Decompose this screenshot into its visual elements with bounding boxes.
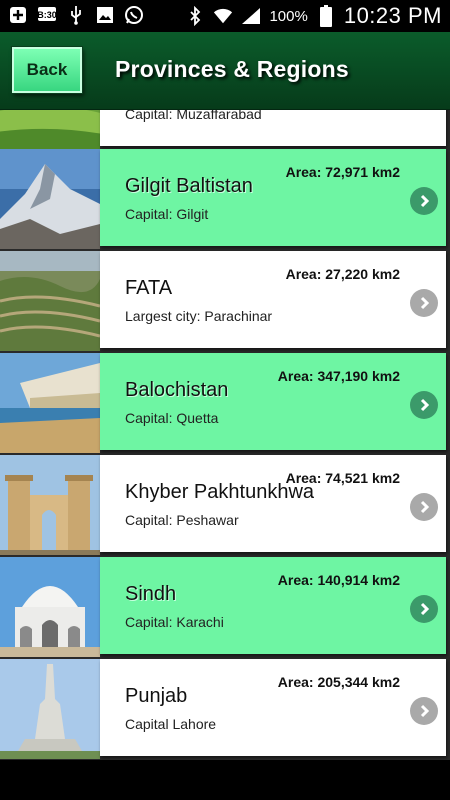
plus-box-icon	[8, 5, 28, 25]
usb-icon	[66, 5, 86, 25]
signal-icon	[241, 6, 261, 26]
region-card[interactable]: Area: 72,971 km2 Gilgit Baltistan Capita…	[100, 149, 446, 246]
region-name: FATA	[125, 277, 173, 299]
region-thumbnail	[0, 557, 100, 657]
chevron-right-icon[interactable]	[410, 697, 438, 725]
app-header: Back Provinces & Regions	[0, 32, 450, 110]
list-item-gilgit-baltistan[interactable]: Area: 72,971 km2 Gilgit Baltistan Capita…	[0, 149, 450, 249]
list-item-balochistan[interactable]: Area: 347,190 km2 Balochistan Capital: Q…	[0, 353, 450, 453]
region-thumbnail	[0, 149, 100, 249]
region-area: Area: 205,344 km2	[277, 674, 400, 690]
region-name: Balochistan	[125, 379, 229, 401]
chevron-right-icon[interactable]	[410, 391, 438, 419]
region-subtitle: Capital Lahore	[125, 716, 217, 732]
svg-text:B:30: B:30	[37, 10, 57, 20]
chevron-right-icon[interactable]	[410, 289, 438, 317]
region-card[interactable]: Area: 27,220 km2 FATA Largest city: Para…	[100, 251, 446, 348]
clock: 10:23 PM	[343, 3, 442, 28]
region-card[interactable]: Area: 347,190 km2 Balochistan Capital: Q…	[100, 353, 446, 450]
region-card[interactable]: Area: 74,521 km2 Khyber Pakhtunkhwa Capi…	[100, 455, 446, 552]
bbm-icon: B:30	[37, 5, 57, 25]
status-bar: B:30 100% 10:23 PM	[0, 0, 450, 32]
wifi-icon	[213, 6, 233, 26]
navigation-bar	[0, 760, 450, 800]
region-list[interactable]: Capital: Muzaffarabad Area: 72,971 km2 G…	[0, 110, 450, 760]
list-item-punjab[interactable]: Area: 205,344 km2 Punjab Capital Lahore	[0, 659, 450, 759]
region-subtitle: Capital: Muzaffarabad	[125, 110, 262, 122]
whatsapp-icon	[124, 5, 144, 25]
page-title: Provinces & Regions	[115, 56, 349, 82]
region-subtitle: Capital: Quetta	[125, 410, 219, 426]
region-subtitle: Capital: Peshawar	[125, 512, 239, 528]
list-item-sindh[interactable]: Area: 140,914 km2 Sindh Capital: Karachi	[0, 557, 450, 657]
battery-icon	[316, 5, 336, 27]
region-subtitle: Capital: Karachi	[125, 614, 224, 630]
list-item-khyber-pakhtunkhwa[interactable]: Area: 74,521 km2 Khyber Pakhtunkhwa Capi…	[0, 455, 450, 555]
image-icon	[95, 5, 115, 25]
region-subtitle: Capital: Gilgit	[125, 206, 209, 222]
back-button[interactable]: Back	[12, 47, 82, 93]
region-name: Punjab	[125, 685, 188, 707]
region-thumbnail	[0, 353, 100, 453]
region-card[interactable]: Area: 205,344 km2 Punjab Capital Lahore	[100, 659, 446, 756]
list-item-fata[interactable]: Area: 27,220 km2 FATA Largest city: Para…	[0, 251, 450, 351]
region-thumbnail	[0, 659, 100, 759]
region-area: Area: 140,914 km2	[277, 572, 400, 588]
chevron-right-icon[interactable]	[410, 187, 438, 215]
region-area: Area: 347,190 km2	[277, 368, 400, 384]
region-thumbnail	[0, 455, 100, 555]
bluetooth-icon	[185, 6, 205, 26]
chevron-right-icon[interactable]	[410, 493, 438, 521]
chevron-right-icon[interactable]	[410, 595, 438, 623]
region-area: Area: 27,220 km2	[285, 266, 400, 282]
list-item-azad-kashmir[interactable]: Capital: Muzaffarabad	[0, 110, 450, 149]
region-card[interactable]: Area: 140,914 km2 Sindh Capital: Karachi	[100, 557, 446, 654]
region-card[interactable]: Capital: Muzaffarabad	[100, 110, 446, 146]
region-thumbnail	[0, 251, 100, 351]
region-subtitle: Largest city: Parachinar	[125, 308, 273, 324]
region-thumbnail	[0, 110, 100, 149]
region-name: Khyber Pakhtunkhwa	[125, 481, 315, 503]
region-name: Sindh	[125, 583, 177, 605]
region-area: Area: 72,971 km2	[285, 164, 400, 180]
region-name: Gilgit Baltistan	[125, 175, 253, 197]
battery-percentage: 100%	[269, 7, 308, 25]
